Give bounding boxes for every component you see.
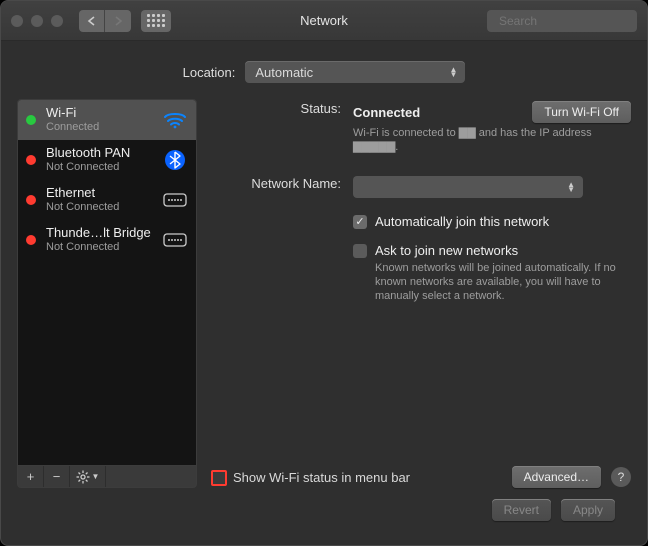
service-name: Ethernet <box>46 186 152 200</box>
status-dot-red <box>26 235 36 245</box>
ask-join-row: Ask to join new networks Known networks … <box>211 241 631 305</box>
search-input[interactable] <box>497 13 648 29</box>
search-field[interactable] <box>487 10 637 32</box>
status-dot-green <box>26 115 36 125</box>
service-text: Bluetooth PAN Not Connected <box>46 146 152 174</box>
service-text: Thunde…lt Bridge Not Connected <box>46 226 152 254</box>
network-preferences-window: Network Location: Automatic ▲▼ Wi-Fi <box>0 0 648 546</box>
ask-join-label: Ask to join new networks <box>375 243 518 258</box>
detail-pane: Status: Connected Turn Wi-Fi Off Wi-Fi i… <box>211 99 631 488</box>
zoom-window-button[interactable] <box>51 15 63 27</box>
nav-buttons <box>79 10 131 32</box>
window-body: Location: Automatic ▲▼ Wi-Fi Connected <box>1 41 647 545</box>
service-name: Wi-Fi <box>46 106 152 120</box>
location-value: Automatic <box>255 65 313 80</box>
status-subtext: Wi-Fi is connected to ▇▇ and has the IP … <box>353 126 623 154</box>
service-status: Connected <box>46 120 152 134</box>
bluetooth-icon <box>162 150 188 170</box>
forward-button[interactable] <box>105 10 131 32</box>
minimize-window-button[interactable] <box>31 15 43 27</box>
popup-arrows-icon: ▲▼ <box>449 67 457 77</box>
help-button[interactable]: ? <box>611 467 631 487</box>
popup-arrows-icon: ▲▼ <box>567 182 575 192</box>
location-row: Location: Automatic ▲▼ <box>17 61 631 83</box>
ask-join-subtext: Known networks will be joined automatica… <box>375 261 631 303</box>
service-sidebar: Wi-Fi Connected Bluetooth PAN Not Connec… <box>17 99 197 488</box>
location-label: Location: <box>183 65 236 80</box>
service-status: Not Connected <box>46 240 152 254</box>
service-toolbar: + − ▼ <box>17 466 197 488</box>
main-area: Wi-Fi Connected Bluetooth PAN Not Connec… <box>17 99 631 488</box>
service-text: Wi-Fi Connected <box>46 106 152 134</box>
wifi-icon <box>162 110 188 130</box>
show-status-label: Show Wi-Fi status in menu bar <box>233 470 410 485</box>
auto-join-checkbox[interactable]: Automatically join this network <box>353 214 549 229</box>
add-service-button[interactable]: + <box>18 466 44 487</box>
status-value: Connected <box>353 105 420 120</box>
network-name-row: Network Name: ▲▼ <box>211 174 631 200</box>
service-item-bluetooth-pan[interactable]: Bluetooth PAN Not Connected <box>18 140 196 180</box>
chevron-down-icon: ▼ <box>92 472 100 481</box>
advanced-button[interactable]: Advanced… <box>512 466 601 488</box>
back-button[interactable] <box>79 10 105 32</box>
ethernet-icon <box>162 230 188 250</box>
remove-service-button[interactable]: − <box>44 466 70 487</box>
gear-icon <box>76 470 90 484</box>
grid-icon <box>147 14 165 27</box>
service-item-ethernet[interactable]: Ethernet Not Connected <box>18 180 196 220</box>
show-all-button[interactable] <box>141 10 171 32</box>
auto-join-label: Automatically join this network <box>375 214 549 229</box>
service-item-thunderbolt-bridge[interactable]: Thunde…lt Bridge Not Connected <box>18 220 196 260</box>
location-popup[interactable]: Automatic ▲▼ <box>245 61 465 83</box>
status-label: Status: <box>211 101 341 116</box>
checkbox-checked-icon <box>353 215 367 229</box>
show-status-checkbox[interactable]: Show Wi-Fi status in menu bar <box>211 469 410 486</box>
status-row: Status: Connected Turn Wi-Fi Off Wi-Fi i… <box>211 99 631 156</box>
window-controls <box>11 15 63 27</box>
wifi-toggle-button[interactable]: Turn Wi-Fi Off <box>532 101 631 123</box>
titlebar: Network <box>1 1 647 41</box>
status-dot-red <box>26 155 36 165</box>
checkbox-unchecked-icon <box>353 244 367 258</box>
service-item-wifi[interactable]: Wi-Fi Connected <box>18 100 196 140</box>
service-status: Not Connected <box>46 160 152 174</box>
apply-button[interactable]: Apply <box>561 499 615 521</box>
close-window-button[interactable] <box>11 15 23 27</box>
service-name: Thunde…lt Bridge <box>46 226 152 240</box>
network-name-popup[interactable]: ▲▼ <box>353 176 583 198</box>
footer: Revert Apply <box>17 488 631 535</box>
service-actions-menu[interactable]: ▼ <box>70 466 106 487</box>
detail-bottom-row: Show Wi-Fi status in menu bar Advanced… … <box>211 458 631 488</box>
revert-button[interactable]: Revert <box>492 499 551 521</box>
service-name: Bluetooth PAN <box>46 146 152 160</box>
service-list[interactable]: Wi-Fi Connected Bluetooth PAN Not Connec… <box>17 99 197 466</box>
network-name-label: Network Name: <box>211 176 341 198</box>
service-text: Ethernet Not Connected <box>46 186 152 214</box>
checkbox-highlighted-icon <box>211 470 227 486</box>
ask-join-checkbox[interactable]: Ask to join new networks <box>353 243 518 258</box>
service-status: Not Connected <box>46 200 152 214</box>
auto-join-row: Automatically join this network <box>211 212 631 231</box>
status-dot-red <box>26 195 36 205</box>
ethernet-icon <box>162 190 188 210</box>
